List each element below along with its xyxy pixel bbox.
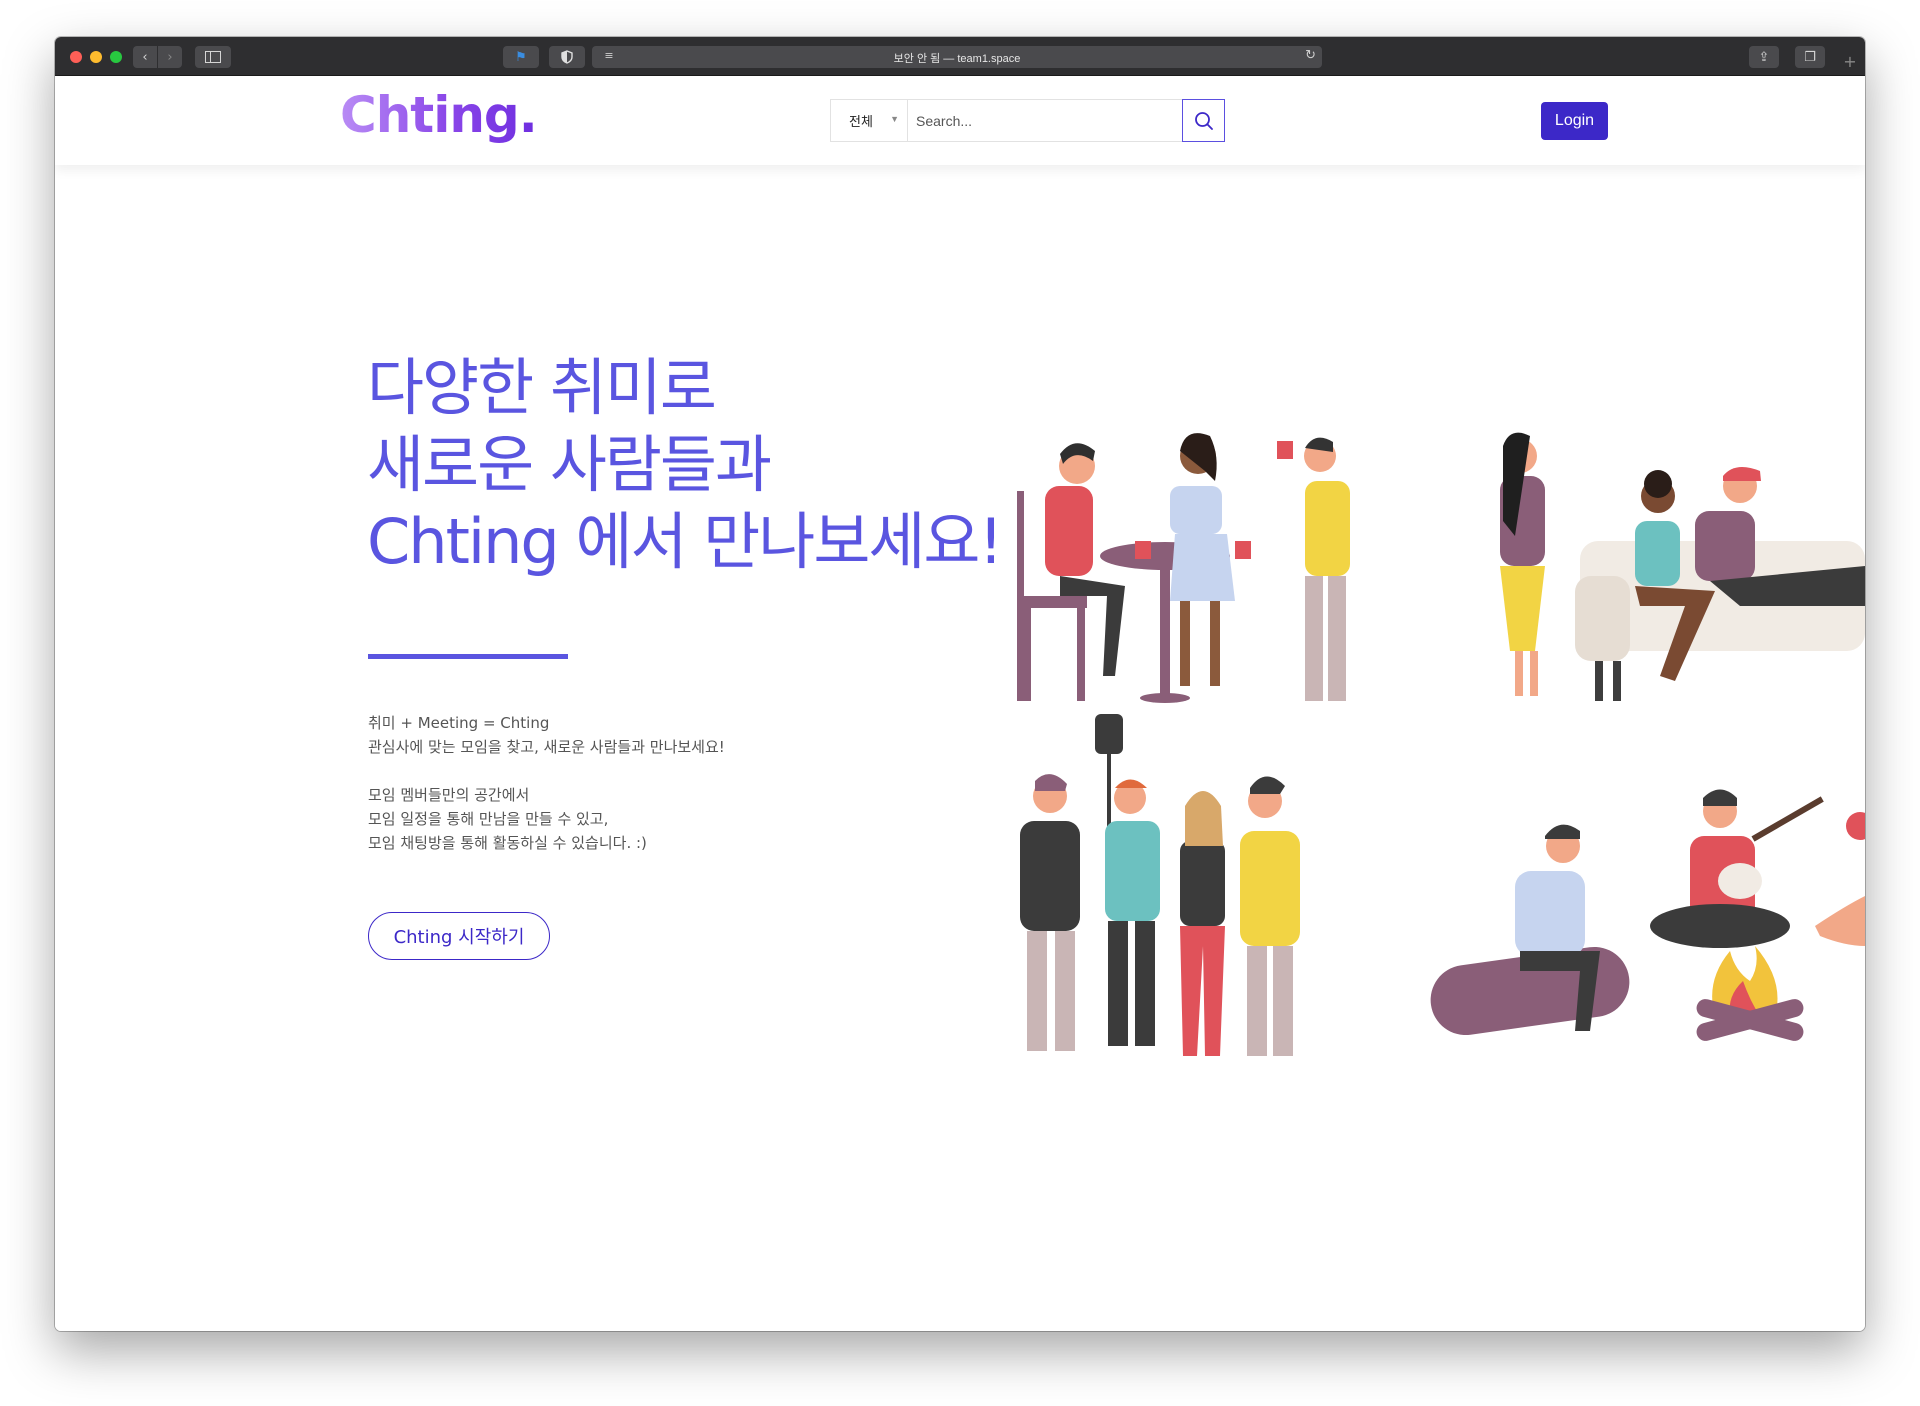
back-icon: ‹ <box>142 49 148 65</box>
category-selected-label: 전체 <box>849 114 873 129</box>
category-select[interactable]: 전체 ▼ <box>830 99 907 142</box>
plus-icon: + <box>1843 51 1857 71</box>
share-button[interactable]: ⇪ <box>1749 46 1779 68</box>
extension-button[interactable]: ⚑ <box>503 46 539 68</box>
close-window-button[interactable] <box>70 51 82 63</box>
forward-icon: › <box>167 49 173 65</box>
headline-line-3: Chting 에서 만나보세요! <box>367 505 1003 578</box>
extension-icon: ⚑ <box>515 49 527 65</box>
description-line-2: 관심사에 맞는 모임을 찾고, 새로운 사람들과 만나보세요! <box>368 738 725 756</box>
hero-illustration <box>1017 432 1865 1056</box>
chevron-down-icon: ▼ <box>890 114 899 124</box>
privacy-button[interactable] <box>549 46 585 68</box>
browser-toolbar: ‹ › ⚑ ≡ 보안 안 됨 — team1.space ↻ ⇪ ❐ + <box>55 37 1865 76</box>
description-line-5: 모임 채팅방을 통해 활동하실 수 있습니다. :) <box>368 834 647 852</box>
address-bar[interactable]: ≡ 보안 안 됨 — team1.space ↻ <box>592 46 1322 68</box>
headline-line-2: 새로운 사람들과 <box>367 428 772 501</box>
sidebar-toggle-button[interactable] <box>195 46 231 68</box>
selfie-scene <box>1020 714 1300 1056</box>
campfire-scene <box>1430 789 1865 1041</box>
hero-headline: 다양한 취미로 새로운 사람들과 Chting 에서 만나보세요! <box>367 349 1067 580</box>
sidebar-icon <box>205 51 221 63</box>
new-tab-button[interactable]: + <box>1839 50 1861 72</box>
description-line-3: 모임 멤버들만의 공간에서 <box>368 786 530 804</box>
web-page: Chting. 전체 ▼ Login 다양한 취미로 새로운 사람들과 Chti… <box>55 76 1865 1331</box>
cafe-table-scene <box>1017 433 1350 703</box>
share-icon: ⇪ <box>1758 49 1770 65</box>
headline-line-1: 다양한 취미로 <box>367 351 717 424</box>
description-line-4: 모임 일정을 통해 만남을 만들 수 있고, <box>368 810 609 828</box>
tabs-icon: ❐ <box>1804 49 1816 65</box>
browser-window: ‹ › ⚑ ≡ 보안 안 됨 — team1.space ↻ ⇪ ❐ + Cht… <box>55 37 1865 1331</box>
tabs-overview-button[interactable]: ❐ <box>1795 46 1825 68</box>
search-input[interactable] <box>907 99 1183 142</box>
sofa-scene <box>1500 432 1865 701</box>
search-icon <box>1194 111 1213 130</box>
site-logo[interactable]: Chting. <box>340 86 538 144</box>
zoom-window-button[interactable] <box>110 51 122 63</box>
hero-description: 취미 + Meeting = Chting 관심사에 맞는 모임을 찾고, 새로… <box>368 711 868 855</box>
login-button[interactable]: Login <box>1541 102 1608 140</box>
address-text: 보안 안 됨 — team1.space <box>893 53 1021 65</box>
headline-divider <box>368 654 568 659</box>
site-navbar: Chting. 전체 ▼ Login <box>55 76 1865 165</box>
description-line-1: 취미 + Meeting = Chting <box>368 714 550 732</box>
back-button[interactable]: ‹ <box>133 46 157 68</box>
search-button[interactable] <box>1182 99 1225 142</box>
reload-icon[interactable]: ↻ <box>1305 48 1316 63</box>
search-bar: 전체 ▼ <box>830 99 1225 142</box>
start-chting-button[interactable]: Chting 시작하기 <box>368 912 550 960</box>
shield-icon <box>561 50 573 64</box>
minimize-window-button[interactable] <box>90 51 102 63</box>
forward-button[interactable]: › <box>158 46 182 68</box>
